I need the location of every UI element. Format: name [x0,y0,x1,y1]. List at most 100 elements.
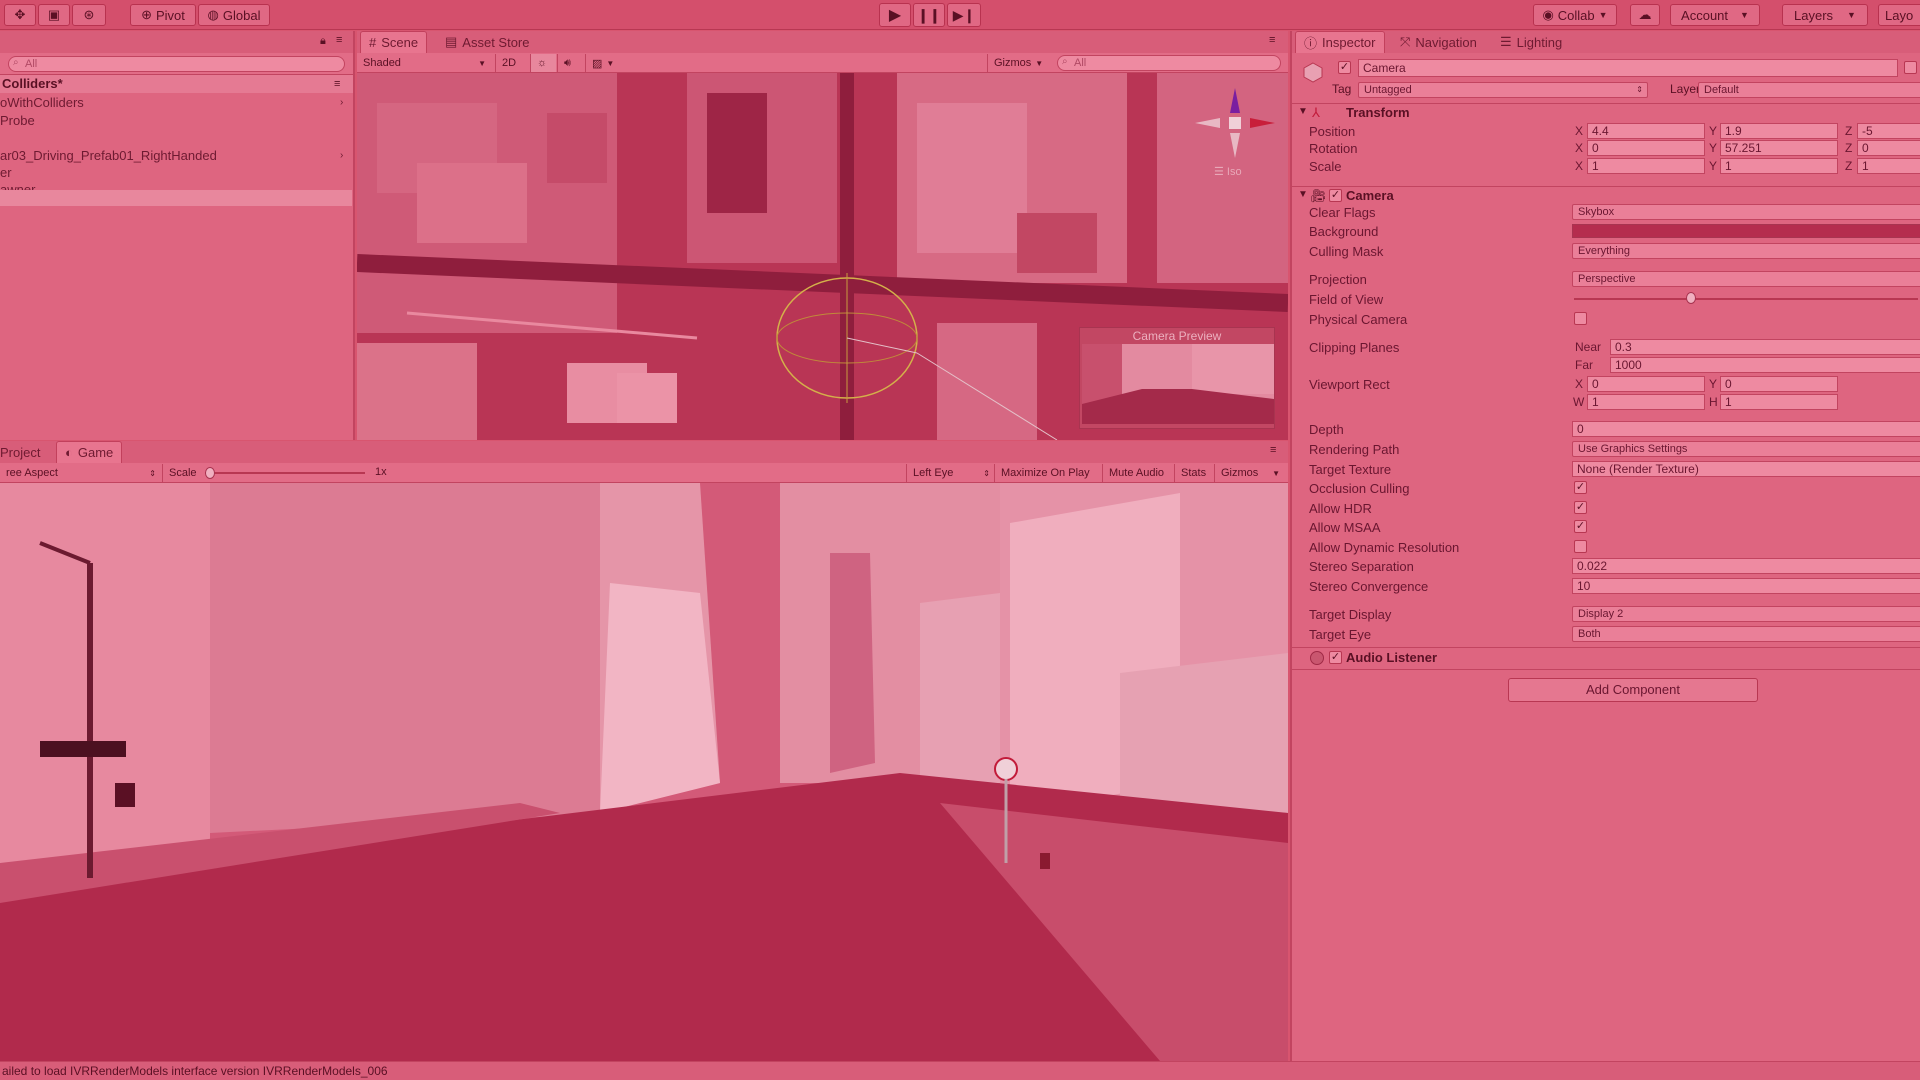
left-eye-dropdown[interactable]: Left Eye ⇕ [906,464,994,482]
physical-camera-checkbox[interactable] [1574,312,1587,325]
tab-asset-store[interactable]: ▤ Asset Store [437,31,538,53]
hierarchy-item-selected[interactable] [0,190,352,206]
rect-tool-button[interactable]: ▣ [38,4,70,26]
tab-navigation[interactable]: ⤧ Navigation [1392,31,1485,53]
mute-audio-toggle[interactable]: Mute Audio [1102,464,1174,482]
scale-thumb[interactable] [205,467,215,479]
allow-hdr-checkbox[interactable]: ✓ [1574,501,1587,514]
scale-slider[interactable]: Scale 1x [162,464,392,482]
scene-search-input[interactable]: ⌕ All [1057,55,1281,71]
transform-x-field[interactable]: 0 [1587,140,1705,156]
hierarchy-item[interactable] [0,130,352,147]
transform-x-field[interactable]: 4.4 [1587,123,1705,139]
rendering-path-dropdown[interactable]: Use Graphics Settings [1572,441,1920,457]
object-active-checkbox[interactable]: ✓ [1338,61,1351,74]
tab-inspector[interactable]: ⓘ Inspector [1295,31,1385,53]
foldout-arrow-icon[interactable]: ▼ [1298,106,1308,117]
dynamic-resolution-checkbox[interactable] [1574,540,1587,553]
projection-dropdown[interactable]: Perspective [1572,271,1920,287]
pause-button[interactable]: ❙❙ [913,3,945,27]
pivot-toggle[interactable]: ⊕ Pivot [130,4,196,26]
viewport-y-field[interactable]: 0 [1720,376,1838,392]
static-checkbox[interactable] [1904,61,1917,74]
fov-slider-track[interactable] [1574,298,1918,300]
tag-dropdown[interactable]: Untagged ⇕ [1358,82,1648,98]
step-button[interactable]: ▶❙ [947,3,981,27]
game-viewport[interactable] [0,483,1288,1061]
tab-lighting[interactable]: ☰ Lighting [1492,31,1570,53]
fov-slider-thumb[interactable] [1685,292,1696,304]
allow-msaa-checkbox[interactable]: ✓ [1574,520,1587,533]
stereo-convergence-field[interactable]: 10 [1572,578,1920,594]
transform-x-value: 1 [1592,159,1599,173]
grid-icon: # [369,35,377,50]
layer-value: Default [1704,84,1739,96]
play-button[interactable]: ▶ [879,3,911,27]
depth-field[interactable]: 0 [1572,421,1920,437]
transform-y-field[interactable]: 57.251 [1720,140,1838,156]
occlusion-culling-checkbox[interactable]: ✓ [1574,481,1587,494]
hierarchy-item[interactable]: er [0,164,352,181]
camera-enabled-checkbox[interactable]: ✓ [1329,189,1342,202]
scene-viewport[interactable]: ☰ Iso Camera Preview [357,73,1288,440]
hierarchy-item[interactable]: Probe [0,112,352,129]
aspect-dropdown[interactable]: ree Aspect ⇕ [0,464,160,482]
scene-menu-icon[interactable]: ≡ [334,75,340,93]
status-bar[interactable]: ailed to load IVRRenderModels interface … [0,1061,1920,1080]
viewport-rect-label: Viewport Rect [1309,377,1390,392]
global-toggle[interactable]: ◍ Global [198,4,270,26]
tab-scene[interactable]: # Scene [360,31,428,53]
layer-dropdown[interactable]: Default [1698,82,1920,98]
shading-mode-dropdown[interactable]: Shaded ▼ [357,54,490,72]
target-eye-dropdown[interactable]: Both [1572,626,1920,642]
tab-game[interactable]: ◐ Game [56,441,123,463]
transform-x-field[interactable]: 1 [1587,158,1705,174]
far-field[interactable]: 1000 [1610,357,1920,373]
add-component-button[interactable]: Add Component [1508,678,1758,702]
collab-dropdown[interactable]: ◉ Collab ▼ [1533,4,1617,26]
transform-tool-button[interactable]: ⊛ [72,4,106,26]
scene-orientation-gizmo[interactable]: ☰ Iso [1190,83,1280,183]
layout-dropdown[interactable]: Layo [1878,4,1920,26]
hierarchy-search-input[interactable]: ⌕ All [8,56,345,72]
gizmos-dropdown[interactable]: Gizmos ▼ [987,54,1047,72]
panel-menu-icon[interactable]: ≡ [336,34,342,46]
lock-icon[interactable]: 🔒︎ [320,35,326,48]
game-gizmos-dropdown[interactable]: Gizmos ▼ [1214,464,1284,482]
panel-menu-icon[interactable]: ≡ [1270,444,1276,456]
effects-dropdown[interactable]: ▨ ▼ [585,54,621,72]
hand-tool-button[interactable]: ✥ [4,4,36,26]
tab-project[interactable]: Project [0,441,48,463]
object-name-field[interactable]: Camera [1358,59,1898,77]
scene-header[interactable]: Colliders* ≡ [0,75,353,93]
2d-toggle[interactable]: 2D [495,54,525,72]
background-color-swatch[interactable] [1572,224,1920,238]
transform-z-field[interactable]: 0 [1857,140,1920,156]
transform-z-field[interactable]: -5 [1857,123,1920,139]
stats-toggle[interactable]: Stats [1174,464,1214,482]
hierarchy-item[interactable]: oWithColliders › [0,94,352,111]
transform-y-field[interactable]: 1.9 [1720,123,1838,139]
target-texture-field[interactable]: None (Render Texture) [1572,461,1920,477]
stereo-separation-field[interactable]: 0.022 [1572,558,1920,574]
foldout-arrow-icon[interactable]: ▼ [1298,189,1308,200]
viewport-x-field[interactable]: 0 [1587,376,1705,392]
near-field[interactable]: 0.3 [1610,339,1920,355]
audio-toggle[interactable]: 🔊︎ [557,54,583,72]
target-display-dropdown[interactable]: Display 2 [1572,606,1920,622]
transform-y-field[interactable]: 1 [1720,158,1838,174]
info-icon: ⓘ [1304,36,1318,51]
hierarchy-item[interactable]: ar03_Driving_Prefab01_RightHanded › [0,147,352,164]
culling-mask-dropdown[interactable]: Everything [1572,243,1920,259]
audio-listener-enabled-checkbox[interactable]: ✓ [1329,651,1342,664]
account-dropdown[interactable]: Account ▼ [1670,4,1760,26]
cloud-button[interactable]: ☁ [1630,4,1660,26]
lighting-toggle[interactable]: ☼ [530,54,556,72]
layers-dropdown[interactable]: Layers ▼ [1782,4,1868,26]
maximize-on-play-toggle[interactable]: Maximize On Play [994,464,1102,482]
viewport-w-field[interactable]: 1 [1587,394,1705,410]
clear-flags-dropdown[interactable]: Skybox [1572,204,1920,220]
panel-menu-icon[interactable]: ≡ [1269,34,1275,46]
transform-z-field[interactable]: 1 [1857,158,1920,174]
viewport-h-field[interactable]: 1 [1720,394,1838,410]
